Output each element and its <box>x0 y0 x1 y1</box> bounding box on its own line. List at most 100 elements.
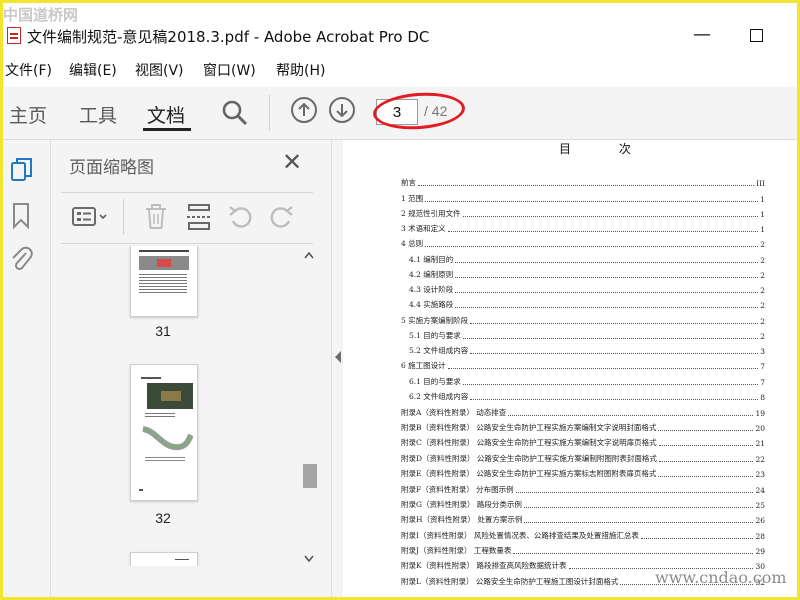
menu-bar: 文件(F) 编辑(E) 视图(V) 窗口(W) 帮助(H) <box>3 58 797 82</box>
toc-leader-dots <box>425 246 759 247</box>
delete-page-icon[interactable] <box>143 203 169 231</box>
menu-edit[interactable]: 编辑(E) <box>69 60 117 80</box>
toc-entry-page: 2 <box>760 256 765 265</box>
toc-entry[interactable]: 附录F（资料性附录） 分布图示例 24 <box>401 485 765 495</box>
next-page-button[interactable] <box>329 97 355 123</box>
toc-entry[interactable]: 5.2 文件组成内容 3 <box>409 346 765 356</box>
toc-entry[interactable]: 附录A（资料性附录） 动态排查 19 <box>401 408 765 418</box>
previous-page-button[interactable] <box>291 97 317 123</box>
toc-entry-title: 4.4 实施路段 <box>409 300 454 309</box>
thumbnail-page-number: 31 <box>155 323 171 339</box>
toc-entry[interactable]: 6 施工图设计 7 <box>401 361 765 371</box>
toc-entry-page: 28 <box>755 532 765 541</box>
title-bar: 中国道桥网 文件编制规范-意见稿2018.3.pdf - Adobe Acrob… <box>3 3 797 53</box>
toc-entry-title: 附录B（资料性附录） 公路安全生命防护工程实施方案编制文字说明封面格式 <box>401 423 657 432</box>
toc-entry-page: 8 <box>760 393 765 402</box>
toc-entry-title: 附录A（资料性附录） 动态排查 <box>401 408 507 417</box>
toc-entry[interactable]: 前言 III <box>401 178 765 188</box>
toc-leader-dots <box>658 430 754 431</box>
page-thumbnails-icon[interactable] <box>9 156 35 184</box>
toc-leader-dots <box>447 231 759 232</box>
toc-entry[interactable]: 附录G（资料性附录） 路段分类示例 25 <box>401 500 765 510</box>
toc-entry[interactable]: 附录E（资料性附录） 公路安全生命防护工程实施方案标志附图附表扉页格式 23 <box>401 469 765 479</box>
toc-entry-page: 23 <box>755 470 765 479</box>
rotate-counterclockwise-icon[interactable] <box>227 203 255 231</box>
toc-leader-dots <box>455 262 759 263</box>
toc-entry-page: 29 <box>755 547 765 556</box>
search-icon[interactable] <box>221 99 249 127</box>
watermark-bottom: www.cndao.com <box>655 568 787 587</box>
toc-entry[interactable]: 4.4 实施路段 2 <box>409 300 765 310</box>
collapse-panel-icon[interactable] <box>334 350 342 364</box>
tab-tools[interactable]: 工具 <box>79 101 117 128</box>
toc-entry[interactable]: 6.1 目的与要求 7 <box>409 377 765 387</box>
toc-entry-title: 6.2 文件组成内容 <box>409 392 469 401</box>
toc-entry[interactable]: 4.1 编制目的 2 <box>409 255 765 265</box>
toc-entry[interactable]: 附录B（资料性附录） 公路安全生命防护工程实施方案编制文字说明封面格式 20 <box>401 423 765 433</box>
menu-window[interactable]: 窗口(W) <box>203 60 256 80</box>
toc-entry[interactable]: 3 术语和定义 1 <box>401 224 765 234</box>
rotate-clockwise-icon[interactable] <box>267 203 295 231</box>
toc-entry-page: 7 <box>760 362 765 371</box>
attachment-icon[interactable] <box>9 244 33 272</box>
toc-entry[interactable]: 4.3 设计阶段 2 <box>409 285 765 295</box>
page-thumbnail[interactable] <box>130 552 198 566</box>
toc-entry-page: 3 <box>760 347 765 356</box>
thumbnail-list: 31 32 <box>51 246 299 566</box>
scroll-down-icon[interactable] <box>303 554 315 564</box>
toc-entry[interactable]: 5 实施方案编制阶段 2 <box>401 316 765 326</box>
thumbnail-toolbar <box>61 192 313 244</box>
thumbnail-options-icon[interactable] <box>71 205 111 229</box>
toc-leader-dots <box>462 216 759 217</box>
toc-entry[interactable]: 附录D（资料性附录） 公路安全生命防护工程实施方案编制附图附表封面格式 22 <box>401 454 765 464</box>
toc-leader-dots <box>508 415 754 416</box>
toc-entry[interactable]: 4 总则 2 <box>401 239 765 249</box>
tab-home[interactable]: 主页 <box>9 101 47 128</box>
toc-entry[interactable]: 附录H（资料性附录） 处置方案示例 26 <box>401 515 765 525</box>
thumbnail-figure <box>142 426 193 451</box>
close-panel-button[interactable]: ✕ <box>280 150 304 174</box>
toc-entry-page: 2 <box>760 301 765 310</box>
menu-help[interactable]: 帮助(H) <box>276 60 325 80</box>
toc-entry[interactable]: 1 范围 1 <box>401 194 765 204</box>
toc-entry-page: 22 <box>755 455 765 464</box>
toc-entry-title: 6.1 目的与要求 <box>409 377 461 386</box>
toolbar: 主页 工具 文档 3 / 42 <box>3 87 797 140</box>
tab-document[interactable]: 文档 <box>147 101 185 128</box>
toc-leader-dots <box>658 476 754 477</box>
toc-entry-title: 5 实施方案编制阶段 <box>401 316 469 325</box>
scrollbar-thumb[interactable] <box>303 464 317 488</box>
thumbnail-scrollbar[interactable] <box>301 246 317 568</box>
toc-entry-page: 20 <box>755 424 765 433</box>
toc-leader-dots <box>447 368 759 369</box>
toc-entry-title: 附录H（资料性附录） 处置方案示例 <box>401 515 523 524</box>
toc-entry[interactable]: 4.2 编制原则 2 <box>409 270 765 280</box>
maximize-button[interactable] <box>743 23 769 47</box>
toc-leader-dots <box>523 507 754 508</box>
toc-entry[interactable]: 2 规范性引用文件 1 <box>401 209 765 219</box>
minimize-button[interactable]: — <box>689 23 715 47</box>
menu-file[interactable]: 文件(F) <box>5 60 52 80</box>
extract-pages-icon[interactable] <box>185 203 213 231</box>
menu-view[interactable]: 视图(V) <box>135 60 184 80</box>
toc-entry-page: 7 <box>760 378 765 387</box>
toc-leader-dots <box>513 553 754 554</box>
toc-entry[interactable]: 5.1 目的与要求 2 <box>409 331 765 341</box>
toc-entry[interactable]: 附录I（资料性附录） 风险处置情况表、公路排查结果及处置措施汇总表 28 <box>401 531 765 541</box>
page-thumbnail[interactable] <box>130 364 198 501</box>
toc-entry-page: 2 <box>760 317 765 326</box>
toc-entry-title: 2 规范性引用文件 <box>401 209 461 218</box>
toc-entry-page: 1 <box>760 210 765 219</box>
toc-entry-page: 21 <box>755 439 765 448</box>
toc-entry-page: 19 <box>755 409 765 418</box>
arrow-down-icon <box>336 104 348 118</box>
bookmark-icon[interactable] <box>11 202 31 230</box>
toc-entry-title: 1 范围 <box>401 194 424 203</box>
toc-leader-dots <box>462 338 759 339</box>
page-thumbnail[interactable] <box>130 246 198 317</box>
scroll-up-icon[interactable] <box>303 250 315 260</box>
toc-entry[interactable]: 6.2 文件组成内容 8 <box>409 392 765 402</box>
toc-entry[interactable]: 附录J（资料性附录） 工程数量表 29 <box>401 546 765 556</box>
toc-entry[interactable]: 附录C（资料性附录） 公路安全生命防护工程实施方案编制文字说明扉页格式 21 <box>401 438 765 448</box>
toc-entry-page: 2 <box>760 332 765 341</box>
